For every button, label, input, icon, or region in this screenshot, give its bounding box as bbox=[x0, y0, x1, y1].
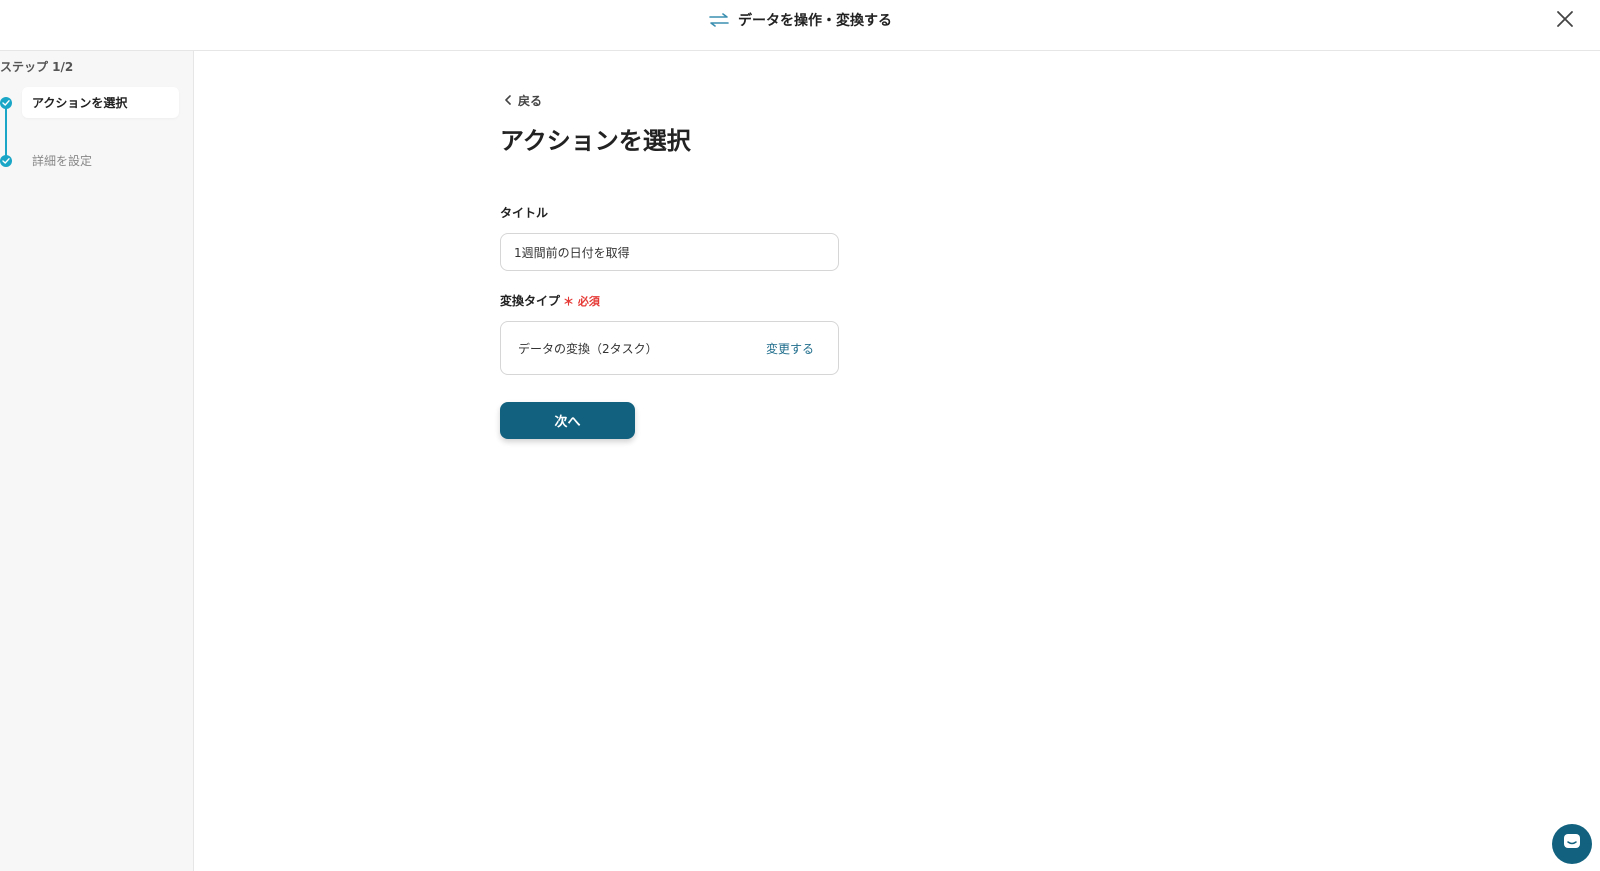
header-title-group: データを操作・変換する bbox=[0, 0, 1600, 40]
page-title: アクションを選択 bbox=[500, 127, 691, 155]
chevron-left-icon bbox=[504, 94, 512, 108]
back-label: 戻る bbox=[518, 94, 543, 108]
sidebar: ステップ 1/2 アクションを選択 詳細を設定 bbox=[0, 51, 194, 871]
back-link[interactable]: 戻る bbox=[504, 92, 542, 109]
conversion-type-value: データの変換（2タスク） bbox=[518, 341, 658, 356]
sidebar-step-configure-details[interactable]: 詳細を設定 bbox=[22, 145, 179, 176]
chat-button[interactable] bbox=[1552, 824, 1592, 864]
step-1-check-icon bbox=[0, 97, 12, 109]
type-label-text: 変換タイプ bbox=[500, 294, 561, 308]
required-label: 必須 bbox=[577, 294, 600, 308]
close-icon bbox=[1556, 10, 1574, 32]
header: データを操作・変換する bbox=[0, 0, 1600, 51]
close-button[interactable] bbox=[1553, 9, 1577, 33]
type-field-label: 変換タイプ ＊ 必須 bbox=[500, 292, 600, 309]
sidebar-step-select-action[interactable]: アクションを選択 bbox=[22, 87, 179, 118]
swap-arrows-icon bbox=[708, 13, 730, 27]
required-badge: ＊ 必須 bbox=[563, 294, 600, 308]
main-content: 戻る アクションを選択 タイトル 変換タイプ ＊ 必須 データの変換（2タスク）… bbox=[194, 51, 1600, 871]
change-type-link[interactable]: 変更する bbox=[766, 340, 814, 357]
sidebar-step-label: アクションを選択 bbox=[32, 96, 128, 110]
header-title: データを操作・変換する bbox=[738, 13, 892, 29]
title-field-label: タイトル bbox=[500, 204, 548, 221]
title-label-text: タイトル bbox=[500, 206, 549, 220]
step-connector bbox=[5, 103, 7, 160]
title-input[interactable] bbox=[500, 233, 839, 271]
next-button[interactable]: 次へ bbox=[500, 402, 635, 439]
sidebar-step-label: 詳細を設定 bbox=[32, 154, 93, 168]
conversion-type-selector: データの変換（2タスク） 変更する bbox=[500, 321, 839, 375]
step-2-check-icon bbox=[0, 155, 12, 167]
chat-icon bbox=[1562, 832, 1582, 856]
step-counter: ステップ 1/2 bbox=[0, 60, 74, 74]
